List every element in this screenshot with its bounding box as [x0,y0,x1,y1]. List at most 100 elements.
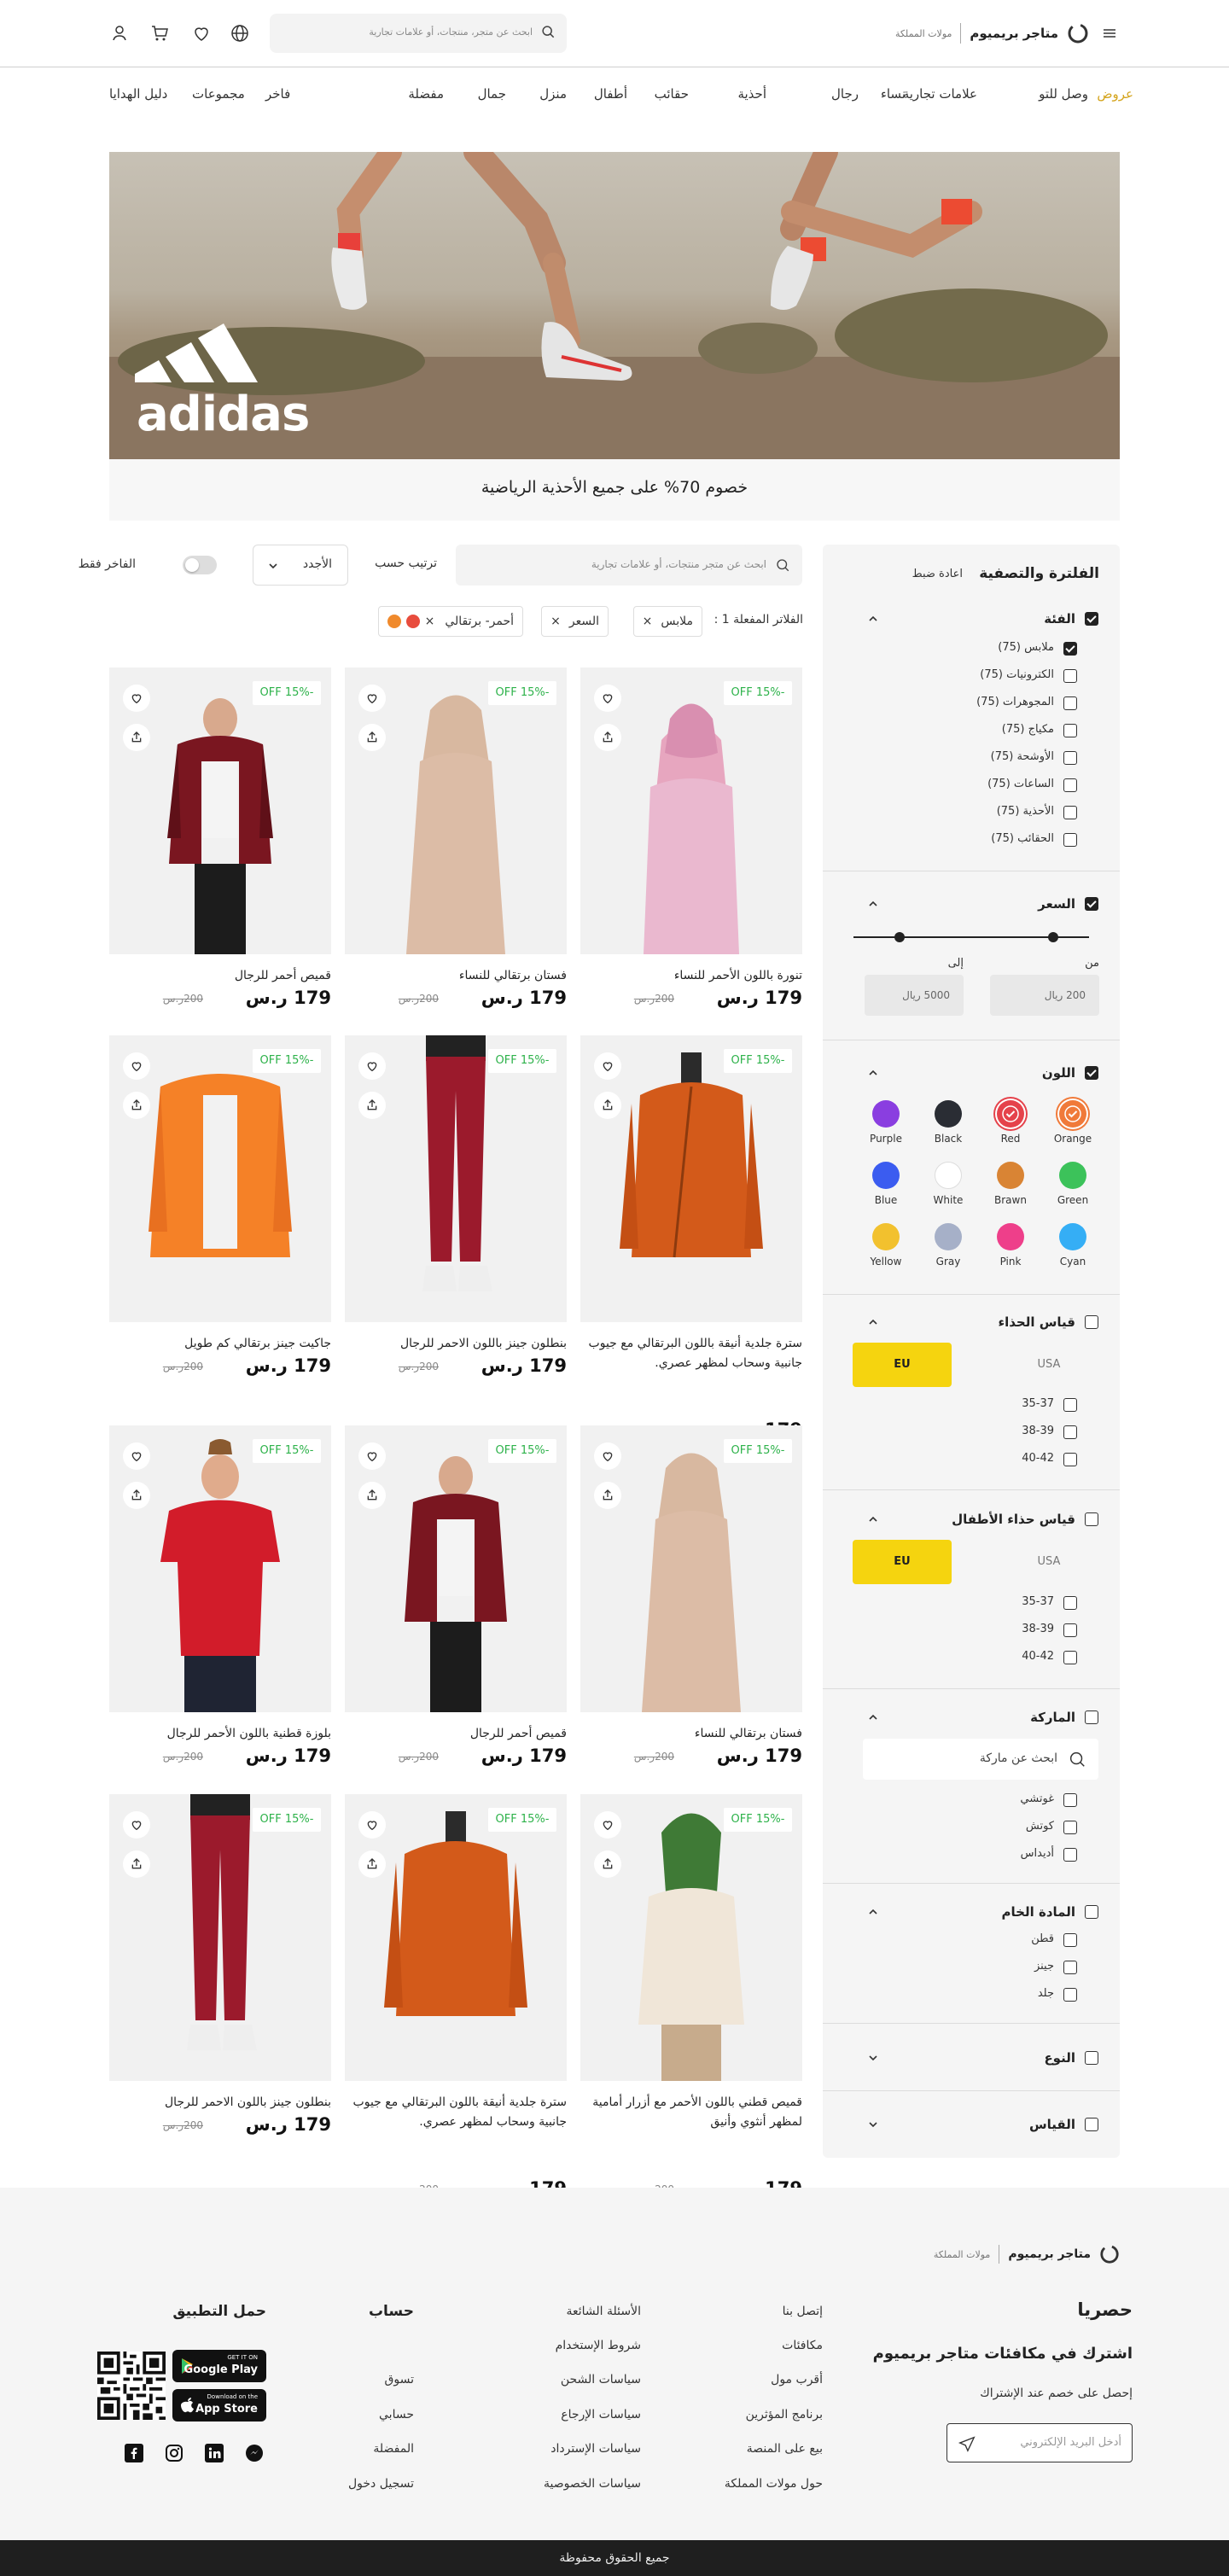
share-button[interactable] [358,1850,386,1878]
wishlist-button[interactable] [594,1442,621,1470]
kids-size-checkbox-item[interactable] [1063,1651,1077,1664]
color-checkbox[interactable] [1085,1066,1098,1080]
product-image[interactable] [345,1035,567,1322]
google-play-button[interactable]: GET IT ON Google Play [172,2350,266,2382]
category-checkbox-makeup[interactable] [1063,724,1077,737]
wishlist-button[interactable] [594,1811,621,1839]
footer-link[interactable]: بيع على المنصة [747,2442,823,2456]
chevron-up-icon[interactable] [867,1513,879,1525]
footer-link[interactable]: شروط الإستخدام [556,2339,641,2352]
cart-icon[interactable] [149,23,170,44]
kids-shoe-size-checkbox[interactable] [1085,1512,1098,1526]
color-swatch-black[interactable] [935,1100,962,1128]
product-image[interactable] [109,667,331,954]
product-name[interactable]: تنورة باللون الأحمر للنساء [580,966,802,986]
color-swatch-orange[interactable] [1059,1100,1086,1128]
user-icon[interactable] [109,23,130,44]
color-swatch-blue[interactable] [872,1162,900,1189]
share-button[interactable] [358,1482,386,1509]
nav-item-men[interactable]: رجال [831,86,859,102]
share-button[interactable] [123,1092,150,1119]
chevron-down-icon[interactable] [867,2118,879,2130]
footer-link[interactable]: إتصل بنا [783,2305,823,2318]
linkedin-icon[interactable] [205,2444,224,2462]
footer-link[interactable]: الأسئلة الشائعة [567,2305,642,2318]
share-button[interactable] [594,724,621,751]
chevron-up-icon[interactable] [867,1067,879,1079]
wishlist-button[interactable] [123,1052,150,1080]
chevron-down-icon[interactable] [867,2052,879,2064]
footer-logo[interactable]: متاجر بريميوم مولات المملكة [934,2244,1120,2264]
size-checkbox[interactable] [1085,2118,1098,2131]
category-checkbox-electronics[interactable] [1063,669,1077,683]
chevron-up-icon[interactable] [867,898,879,910]
product-image[interactable] [109,1035,331,1322]
nav-item-home[interactable]: منزل [539,86,567,102]
footer-link[interactable]: حسابي [379,2408,414,2422]
product-name[interactable]: قميص أحمر للرجال [345,1724,567,1744]
brand-checkbox[interactable] [1085,1711,1098,1724]
close-icon[interactable]: × [643,615,653,628]
shoe-size-checkbox-item[interactable] [1063,1425,1077,1439]
color-swatch-cyan[interactable] [1059,1223,1086,1250]
header-search-input[interactable]: ابحث عن متجر، منتجات، أو علامات تجارية [270,14,567,53]
wishlist-button[interactable] [123,685,150,712]
nav-item-offers[interactable]: عروض [1097,86,1133,102]
product-image[interactable] [580,1035,802,1322]
kids-size-checkbox-item[interactable] [1063,1596,1077,1610]
share-button[interactable] [594,1482,621,1509]
email-input[interactable]: أدخل البريد الإلكتروني [947,2423,1133,2462]
type-checkbox[interactable] [1085,2051,1098,2065]
product-image[interactable] [580,667,802,954]
nav-item-collections[interactable]: مجموعات [192,86,245,102]
product-image[interactable] [580,1794,802,2081]
color-swatch-gray[interactable] [935,1223,962,1250]
footer-link[interactable]: سياسات الإرجاع [561,2408,641,2422]
share-button[interactable] [123,1850,150,1878]
wishlist-button[interactable] [594,1052,621,1080]
color-swatch-green[interactable] [1059,1162,1086,1189]
share-button[interactable] [123,1482,150,1509]
footer-link[interactable]: برنامج المؤثرين [746,2408,823,2422]
category-checkbox-scarves[interactable] [1063,751,1077,765]
product-name[interactable]: فستان برتقالي للنساء [580,1724,802,1744]
shoe-size-checkbox-item[interactable] [1063,1398,1077,1412]
luxury-toggle[interactable] [183,556,217,574]
product-name[interactable]: بنطلون جينز باللون الاحمر للرجال [109,2093,331,2113]
shoe-size-checkbox-item[interactable] [1063,1453,1077,1466]
color-swatch-yellow[interactable] [872,1223,900,1250]
price-from-input[interactable]: 200 ريال [990,975,1099,1016]
price-slider-handle-max[interactable] [1048,932,1058,942]
product-name[interactable]: بنطلون جينز باللون الاحمر للرجال [345,1334,567,1354]
send-icon[interactable] [958,2434,976,2453]
product-image[interactable] [345,1794,567,2081]
color-swatch-purple[interactable] [872,1100,900,1128]
footer-link[interactable]: سياسات الشحن [561,2373,641,2387]
heart-icon[interactable] [191,23,212,44]
product-name[interactable]: بلوزة قطنية باللون الأحمر للرجال [109,1724,331,1744]
chevron-up-icon[interactable] [867,1711,879,1723]
wishlist-button[interactable] [123,1442,150,1470]
product-name[interactable]: قميص قطني باللون الأحمر مع أزرار أمامية … [580,2093,802,2132]
brand-checkbox-item[interactable] [1063,1821,1077,1834]
share-button[interactable] [594,1092,621,1119]
product-name[interactable]: سترة جلدية أنيقة باللون البرتقالي مع جيو… [580,1334,802,1373]
nav-item-bags[interactable]: حقائب [655,86,689,102]
footer-link[interactable]: سياسات الإسترداد [550,2442,641,2456]
category-checkbox[interactable] [1085,612,1098,626]
chevron-up-icon[interactable] [867,1316,879,1328]
footer-link[interactable]: سياسات الخصوصية [544,2477,641,2491]
shoe-size-checkbox[interactable] [1085,1315,1098,1329]
kids-size-tab-eu[interactable]: EU [853,1540,952,1584]
wishlist-button[interactable] [358,1811,386,1839]
shoe-size-tab-eu[interactable]: EU [853,1343,952,1387]
app-store-button[interactable]: Download on the App Store [172,2389,266,2422]
instagram-icon[interactable] [165,2444,183,2462]
product-image[interactable] [109,1425,331,1712]
footer-link[interactable]: حول مولات المملكة [725,2477,823,2491]
footer-link[interactable]: مكافئات [782,2339,823,2352]
wishlist-button[interactable] [123,1811,150,1839]
footer-link[interactable]: تسوق [385,2373,414,2387]
product-name[interactable]: فستان برتقالي للنساء [345,966,567,986]
nav-item-brands[interactable]: علامات تجارية [903,86,977,102]
